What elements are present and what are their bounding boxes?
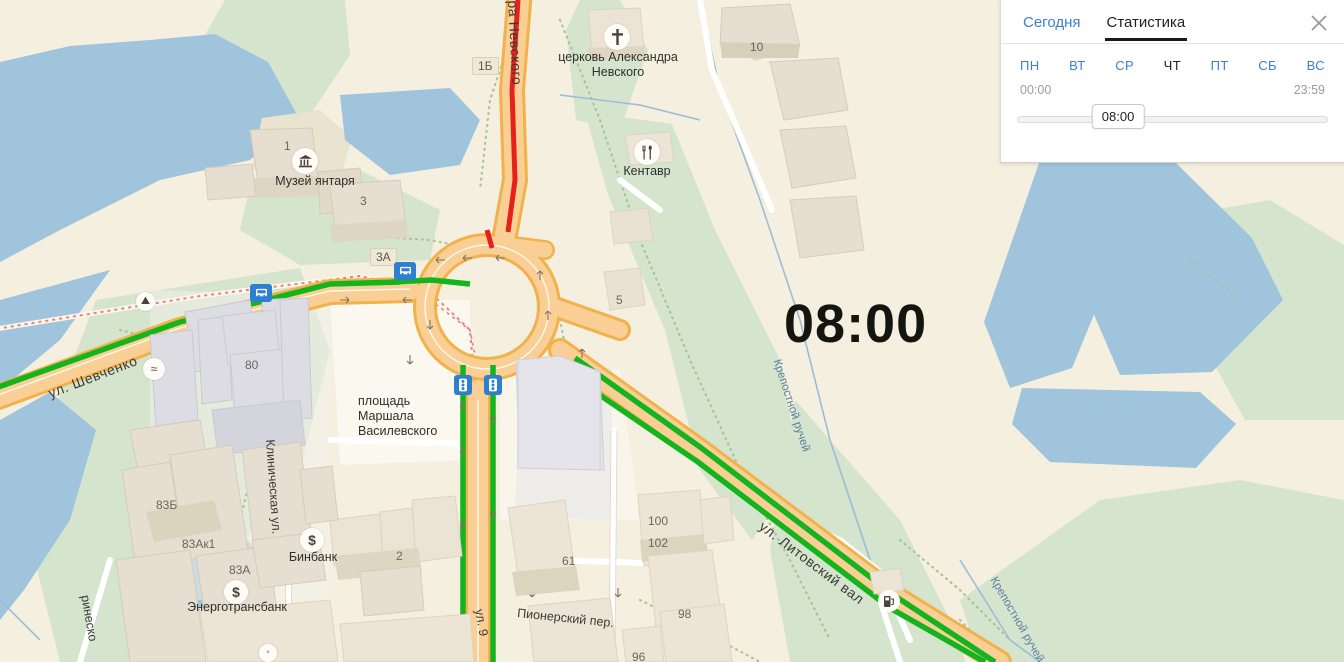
building-number-box: 1Б: [472, 57, 499, 75]
restaurant-icon[interactable]: [634, 139, 660, 165]
weekday-selector: ПН ВТ СР ЧТ ПТ СБ ВС: [1001, 44, 1344, 73]
weekday-thu[interactable]: ЧТ: [1164, 58, 1181, 73]
pedestrian-icon: ⛰: [136, 292, 155, 311]
traffic-light-icon[interactable]: [484, 375, 502, 395]
map-time-display: 08:00: [784, 294, 928, 354]
panel-tabs: Сегодня Статистика: [1001, 0, 1344, 44]
traffic-light-icon[interactable]: [454, 375, 472, 395]
beach-icon: ≈: [143, 358, 165, 380]
transit-stop-icon[interactable]: [250, 284, 272, 302]
fuel-station-icon[interactable]: [878, 590, 900, 612]
tab-statistics[interactable]: Статистика: [1104, 14, 1188, 41]
time-slider-track[interactable]: [1017, 116, 1328, 123]
building-number-box: 3А: [370, 248, 397, 266]
church-icon[interactable]: [604, 24, 630, 50]
time-range-row: 00:00 23:59: [1001, 73, 1344, 97]
time-range-start: 00:00: [1020, 83, 1052, 97]
tab-today[interactable]: Сегодня: [1023, 14, 1081, 40]
bank-icon[interactable]: $: [224, 580, 248, 604]
weekday-mon[interactable]: ПН: [1020, 58, 1040, 73]
weekday-sat[interactable]: СБ: [1258, 58, 1277, 73]
time-range-end: 23:59: [1293, 83, 1325, 97]
map-application: 1 1Б 3 3А 5 10 80 2 61 83Б 83Ак1 83А 100…: [0, 0, 1344, 662]
bank-icon[interactable]: $: [300, 528, 324, 552]
time-slider[interactable]: 08:00: [1017, 104, 1328, 134]
time-slider-thumb[interactable]: 08:00: [1091, 104, 1145, 129]
weekday-wed[interactable]: СР: [1115, 58, 1134, 73]
pedestrian-icon: ◦: [259, 644, 277, 662]
close-icon[interactable]: [1308, 12, 1330, 34]
weekday-sun[interactable]: ВС: [1307, 58, 1325, 73]
transit-stop-icon[interactable]: [394, 262, 416, 280]
weekday-fri[interactable]: ПТ: [1211, 58, 1229, 73]
museum-icon[interactable]: [292, 148, 318, 174]
weekday-tue[interactable]: ВТ: [1069, 58, 1086, 73]
statistics-panel: Сегодня Статистика ПН ВТ СР ЧТ ПТ СБ ВС …: [1000, 0, 1344, 163]
